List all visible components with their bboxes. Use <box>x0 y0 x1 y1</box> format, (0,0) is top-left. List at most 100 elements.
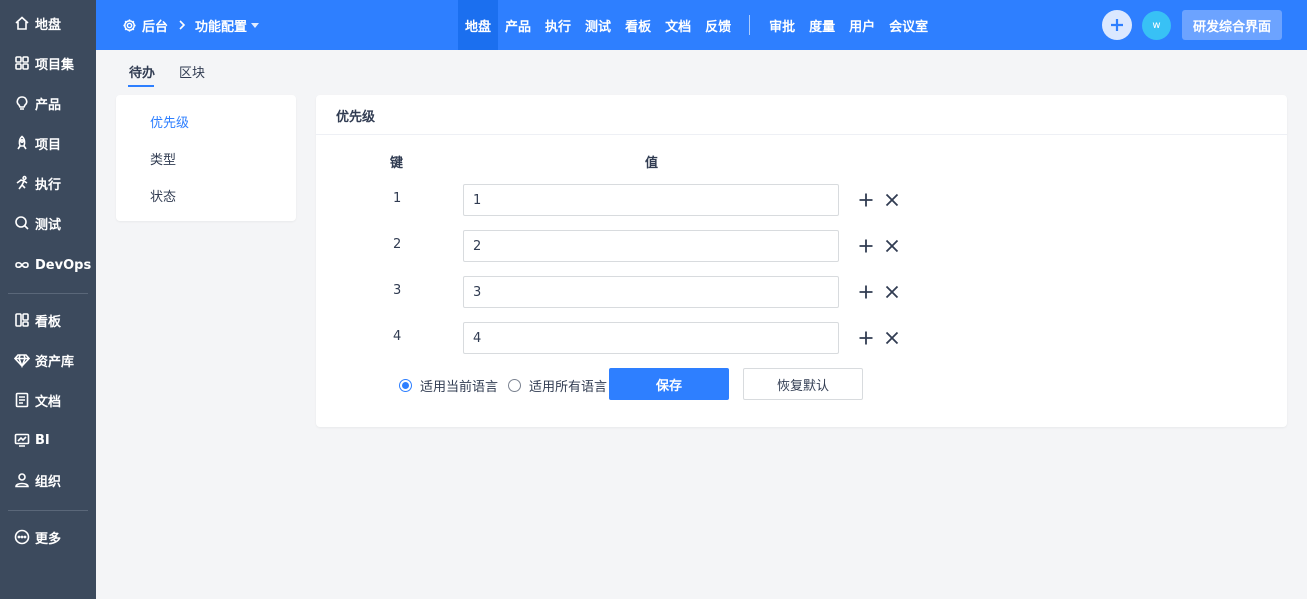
sidebar-item-dashboard[interactable]: 地盘 <box>0 3 96 43</box>
sidebar-item-assets[interactable]: 资产库 <box>0 340 96 380</box>
sidebar-item-org[interactable]: 组织 <box>0 460 96 500</box>
nav-approval[interactable]: 审批 <box>762 0 802 50</box>
close-icon[interactable] <box>884 284 900 300</box>
add-row-icon[interactable] <box>858 284 874 300</box>
row-key: 3 <box>393 283 402 298</box>
add-row-icon[interactable] <box>858 238 874 254</box>
sidebar-item-devops[interactable]: DevOps <box>0 245 96 285</box>
language-scope-group: 适用当前语言 适用所有语言 <box>399 376 607 395</box>
value-input[interactable] <box>463 184 839 216</box>
chevron-right-icon <box>178 20 186 30</box>
close-icon[interactable] <box>884 330 900 346</box>
gear-icon <box>122 18 137 33</box>
sidebar-item-label: 测试 <box>35 217 62 233</box>
sidebar-item-label: 看板 <box>35 314 62 330</box>
nav-divider <box>749 15 751 35</box>
quick-create-button[interactable] <box>1102 10 1132 40</box>
value-input[interactable] <box>463 322 839 354</box>
home-icon <box>13 14 31 32</box>
nav-kanban[interactable]: 看板 <box>618 0 658 50</box>
sidebar-item-label: DevOps <box>35 257 92 273</box>
sidebar-item-test[interactable]: 测试 <box>0 203 96 243</box>
breadcrumb-feature-config[interactable]: 功能配置 <box>195 16 247 35</box>
sidebar-item-label: 产品 <box>35 97 62 113</box>
breadcrumb-admin[interactable]: 后台 <box>142 16 168 35</box>
row-key: 1 <box>393 191 402 206</box>
column-header-value: 值 <box>645 156 659 171</box>
sidebar-item-kanban[interactable]: 看板 <box>0 300 96 340</box>
sidebar-item-label: 更多 <box>35 531 62 547</box>
user-icon <box>13 471 31 489</box>
nav-product[interactable]: 产品 <box>498 0 538 50</box>
close-icon[interactable] <box>884 238 900 254</box>
tab-block[interactable]: 区块 <box>179 62 205 81</box>
panel-divider <box>316 134 1287 135</box>
top-header: 后台 功能配置 地盘 产品 执行 测试 看板 文档 反馈 审批 度量 用户 会议… <box>96 0 1307 50</box>
sidebar-item-more[interactable]: 更多 <box>0 517 96 557</box>
monitor-icon <box>13 431 31 449</box>
nav-dashboard[interactable]: 地盘 <box>458 0 499 50</box>
tab-todo[interactable]: 待办 <box>129 62 155 81</box>
tab-active-indicator <box>128 85 154 87</box>
row-key: 2 <box>393 237 402 252</box>
sidebar: 地盘 项目集 产品 项目 执行 测试 DevOps 看板 资产库 文档 BI 组… <box>0 0 96 599</box>
radio-current-language[interactable] <box>399 379 412 392</box>
main-nav: 地盘 产品 执行 测试 看板 文档 反馈 审批 度量 用户 会议室 <box>458 0 935 50</box>
diamond-icon <box>13 351 31 369</box>
value-input[interactable] <box>463 276 839 308</box>
nav-users[interactable]: 用户 <box>842 0 882 50</box>
add-row-icon[interactable] <box>858 330 874 346</box>
caret-down-icon[interactable] <box>251 22 260 28</box>
sidebar-divider <box>8 293 88 294</box>
sidebar-divider <box>8 510 88 511</box>
sidebar-item-label: 项目 <box>35 137 62 153</box>
save-button[interactable]: 保存 <box>609 368 729 400</box>
add-row-icon[interactable] <box>858 192 874 208</box>
restore-default-button[interactable]: 恢复默认 <box>743 368 863 400</box>
breadcrumb: 后台 功能配置 <box>122 0 260 50</box>
value-input[interactable] <box>463 230 839 262</box>
interface-switch-button[interactable]: 研发综合界面 <box>1182 10 1282 40</box>
priority-panel: 优先级 键 值 1 2 3 4 适用当前语言 适用所有语言 保存 恢复默认 <box>316 95 1287 427</box>
sidebar-item-label: 组织 <box>35 474 62 490</box>
row-key: 4 <box>393 329 402 344</box>
sidebar-item-label: 地盘 <box>35 17 62 33</box>
rocket-icon <box>13 134 31 152</box>
sidebar-item-label: BI <box>35 432 50 448</box>
avatar[interactable]: w <box>1142 11 1171 40</box>
column-header-key: 键 <box>390 156 404 171</box>
sidebar-item-doc[interactable]: 文档 <box>0 380 96 420</box>
nav-feedback[interactable]: 反馈 <box>698 0 738 50</box>
nav-execution[interactable]: 执行 <box>538 0 578 50</box>
radio-all-languages-label: 适用所有语言 <box>529 380 608 395</box>
sidebar-item-label: 执行 <box>35 177 62 193</box>
radio-current-language-label: 适用当前语言 <box>420 380 499 395</box>
radio-all-languages[interactable] <box>508 379 522 392</box>
nav-doc[interactable]: 文档 <box>658 0 698 50</box>
close-icon[interactable] <box>884 192 900 208</box>
run-icon <box>13 174 31 192</box>
grid-icon <box>13 54 31 72</box>
menu-item-type[interactable]: 类型 <box>150 149 176 168</box>
more-icon <box>13 528 31 546</box>
nav-test[interactable]: 测试 <box>578 0 618 50</box>
document-icon <box>13 391 31 409</box>
menu-item-status[interactable]: 状态 <box>150 186 176 205</box>
kanban-icon <box>13 311 31 329</box>
infinity-icon <box>13 256 31 274</box>
sidebar-item-execution[interactable]: 执行 <box>0 163 96 203</box>
sidebar-item-label: 资产库 <box>35 354 75 370</box>
sidebar-item-program[interactable]: 项目集 <box>0 43 96 83</box>
panel-title: 优先级 <box>336 110 376 125</box>
bulb-icon <box>13 94 31 112</box>
sidebar-item-bi[interactable]: BI <box>0 420 96 460</box>
sidebar-item-label: 文档 <box>35 394 62 410</box>
menu-item-priority[interactable]: 优先级 <box>150 112 189 131</box>
plus-icon <box>1109 17 1125 33</box>
sidebar-item-product[interactable]: 产品 <box>0 83 96 123</box>
sidebar-item-label: 项目集 <box>35 57 75 73</box>
sidebar-item-project[interactable]: 项目 <box>0 123 96 163</box>
nav-meeting-room[interactable]: 会议室 <box>882 0 935 50</box>
field-menu: 优先级 类型 状态 <box>116 95 296 221</box>
nav-metrics[interactable]: 度量 <box>802 0 842 50</box>
